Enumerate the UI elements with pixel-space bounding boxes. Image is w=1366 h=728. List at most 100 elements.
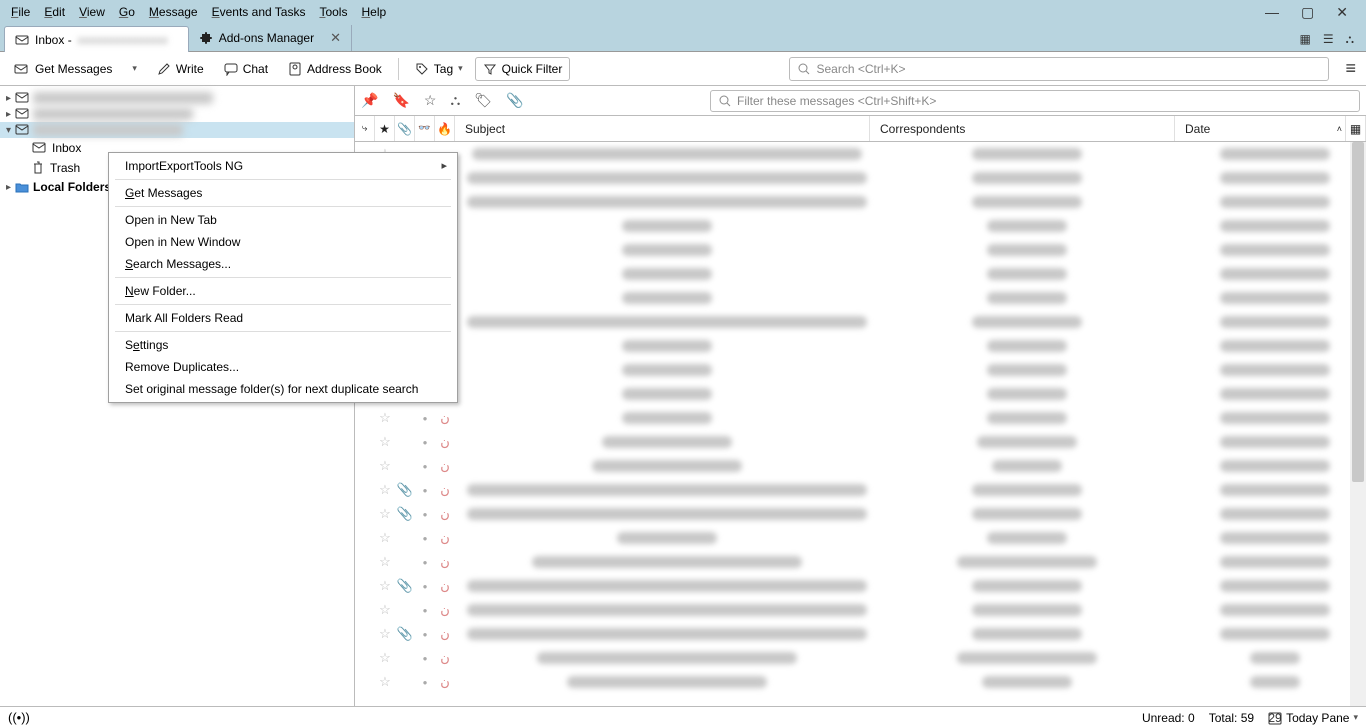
mail-icon bbox=[15, 108, 29, 120]
account-row[interactable]: ▸ bbox=[0, 90, 354, 106]
message-row[interactable]: ☆●ن bbox=[355, 382, 1366, 406]
online-status-icon[interactable]: ((•)) bbox=[8, 710, 30, 725]
today-pane-button[interactable]: 29 Today Pane ▾ bbox=[1268, 711, 1358, 725]
message-row[interactable]: ☆📎●ن bbox=[355, 502, 1366, 526]
star-icon[interactable]: ☆ bbox=[375, 626, 395, 642]
star-icon[interactable]: ☆ bbox=[375, 482, 395, 498]
column-picker[interactable]: ▦ bbox=[1346, 116, 1366, 141]
ctx-settings[interactable]: Settings bbox=[111, 334, 455, 356]
svg-text:29: 29 bbox=[1268, 711, 1282, 725]
scrollbar-thumb[interactable] bbox=[1352, 142, 1364, 482]
bookmark-icon[interactable]: 🔖 bbox=[392, 92, 409, 109]
minimize-button[interactable]: — bbox=[1265, 4, 1279, 21]
app-menu-button[interactable]: ≡ bbox=[1333, 58, 1360, 79]
ctx-set-original-folder[interactable]: Set original message folder(s) for next … bbox=[111, 378, 455, 400]
calendar-icon[interactable]: ▦ bbox=[1299, 32, 1310, 47]
ctx-mark-all-read[interactable]: Mark All Folders Read bbox=[111, 307, 455, 329]
col-read[interactable]: 👓 bbox=[415, 116, 435, 141]
message-row[interactable]: ☆●ن bbox=[355, 670, 1366, 694]
message-row[interactable]: ☆●ن bbox=[355, 454, 1366, 478]
star-icon[interactable]: ☆ bbox=[375, 410, 395, 426]
message-row[interactable]: ☆●ن bbox=[355, 142, 1366, 166]
quick-filter-button[interactable]: Quick Filter bbox=[475, 57, 571, 81]
message-row[interactable]: ☆📎●ن bbox=[355, 574, 1366, 598]
message-row[interactable]: ☆●ن bbox=[355, 190, 1366, 214]
col-attachment[interactable]: 📎 bbox=[395, 116, 415, 141]
message-row[interactable]: ☆●ن bbox=[355, 334, 1366, 358]
tab-inbox[interactable]: Inbox - xxxxxxxxxxxxxxx bbox=[4, 26, 189, 52]
message-pane: 📌 🔖 ☆ ⛬ 🏷 📎 Filter these messages <Ctrl+… bbox=[355, 86, 1366, 706]
account-row-selected[interactable]: ▾ bbox=[0, 122, 354, 138]
col-correspondents[interactable]: Correspondents bbox=[870, 116, 1175, 141]
tag-button[interactable]: Tag ▾ bbox=[407, 57, 471, 81]
message-list[interactable]: ☆●ن☆●ن☆●ن☆●ن☆●ن☆●ن☆●ن☆●ن☆●ن☆●ن☆●ن☆●ن☆●ن☆… bbox=[355, 142, 1366, 706]
contact-filter-icon[interactable]: ⛬ bbox=[450, 92, 460, 109]
message-row[interactable]: ☆●ن bbox=[355, 550, 1366, 574]
star-icon[interactable]: ☆ bbox=[375, 506, 395, 522]
address-book-button[interactable]: Address Book bbox=[280, 57, 390, 81]
star-icon[interactable]: ☆ bbox=[375, 530, 395, 546]
message-row[interactable]: ☆●ن bbox=[355, 358, 1366, 382]
message-row[interactable]: ☆📎●ن bbox=[355, 478, 1366, 502]
pin-icon[interactable]: 📌 bbox=[361, 92, 378, 109]
pencil-icon bbox=[157, 62, 171, 76]
maximize-button[interactable]: ▢ bbox=[1301, 4, 1314, 21]
tasks-icon[interactable]: ☰ bbox=[1323, 32, 1334, 47]
ctx-open-new-tab[interactable]: Open in New Tab bbox=[111, 209, 455, 231]
col-subject[interactable]: Subject bbox=[455, 116, 870, 141]
ctx-remove-duplicates[interactable]: Remove Duplicates... bbox=[111, 356, 455, 378]
message-row[interactable]: ☆●ن bbox=[355, 166, 1366, 190]
star-icon[interactable]: ☆ bbox=[375, 458, 395, 474]
ctx-search-messages[interactable]: Search Messages... bbox=[111, 253, 455, 275]
menu-message[interactable]: Message bbox=[142, 2, 205, 22]
ctx-open-new-window[interactable]: Open in New Window bbox=[111, 231, 455, 253]
message-row[interactable]: ☆●ن bbox=[355, 598, 1366, 622]
attachment-icon: 📎 bbox=[395, 506, 415, 522]
message-row[interactable]: ☆●ن bbox=[355, 430, 1366, 454]
star-icon[interactable]: ☆ bbox=[375, 674, 395, 690]
get-messages-dropdown[interactable]: ▾ bbox=[124, 58, 145, 79]
menu-help[interactable]: Help bbox=[354, 2, 393, 22]
col-junk[interactable]: 🔥 bbox=[435, 116, 455, 141]
col-thread[interactable]: ⤷ bbox=[355, 116, 375, 141]
star-icon[interactable]: ☆ bbox=[375, 602, 395, 618]
star-icon[interactable]: ☆ bbox=[375, 578, 395, 594]
message-row[interactable]: ☆●ن bbox=[355, 406, 1366, 430]
tab-addons[interactable]: Add-ons Manager ✕ bbox=[189, 25, 352, 51]
message-row[interactable]: ☆●ن bbox=[355, 238, 1366, 262]
global-search-input[interactable]: Search <Ctrl+K> bbox=[789, 57, 1329, 81]
message-row[interactable]: ☆●ن bbox=[355, 214, 1366, 238]
attachment-filter-icon[interactable]: 📎 bbox=[506, 92, 523, 109]
message-row[interactable]: ☆●ن bbox=[355, 262, 1366, 286]
message-row[interactable]: ☆●ن bbox=[355, 286, 1366, 310]
menu-edit[interactable]: Edit bbox=[37, 2, 72, 22]
star-icon[interactable]: ☆ bbox=[375, 554, 395, 570]
ctx-new-folder[interactable]: New Folder... bbox=[111, 280, 455, 302]
message-row[interactable]: ☆●ن bbox=[355, 526, 1366, 550]
menu-view[interactable]: View bbox=[72, 2, 112, 22]
message-scrollbar[interactable] bbox=[1350, 142, 1366, 706]
account-row[interactable]: ▸ bbox=[0, 106, 354, 122]
contacts-icon[interactable]: ⛬ bbox=[1346, 32, 1354, 47]
tag-filter-icon[interactable]: 🏷 bbox=[474, 92, 492, 109]
write-button[interactable]: Write bbox=[149, 57, 212, 81]
col-date[interactable]: Date˄ bbox=[1175, 116, 1346, 141]
menu-file[interactable]: File bbox=[4, 2, 37, 22]
message-row[interactable]: ☆📎●ن bbox=[355, 622, 1366, 646]
ctx-get-messages[interactable]: Get Messages bbox=[111, 182, 455, 204]
tab-close-icon[interactable]: ✕ bbox=[330, 30, 341, 46]
chat-button[interactable]: Chat bbox=[216, 57, 276, 81]
col-star[interactable]: ★ bbox=[375, 116, 395, 141]
message-filter-input[interactable]: Filter these messages <Ctrl+Shift+K> bbox=[710, 90, 1360, 112]
menu-events-and-tasks[interactable]: Events and Tasks bbox=[205, 2, 313, 22]
close-button[interactable]: ✕ bbox=[1336, 4, 1348, 21]
star-icon[interactable]: ☆ bbox=[375, 650, 395, 666]
star-icon[interactable]: ☆ bbox=[375, 434, 395, 450]
ctx-import-export[interactable]: ImportExportTools NG bbox=[111, 155, 455, 177]
star-icon[interactable]: ☆ bbox=[424, 92, 437, 109]
message-row[interactable]: ☆●ن bbox=[355, 310, 1366, 334]
get-messages-button[interactable]: Get Messages bbox=[6, 57, 120, 81]
menu-go[interactable]: Go bbox=[112, 2, 142, 22]
message-row[interactable]: ☆●ن bbox=[355, 646, 1366, 670]
menu-tools[interactable]: Tools bbox=[312, 2, 354, 22]
